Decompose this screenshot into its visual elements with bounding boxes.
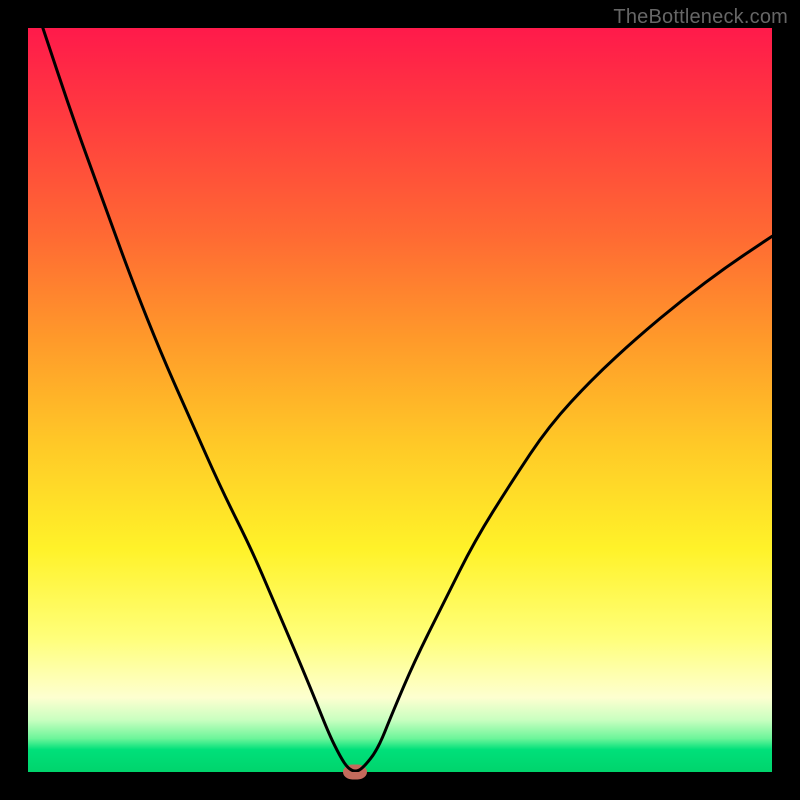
plot-frame	[28, 28, 772, 772]
bottleneck-curve	[43, 28, 772, 771]
curve-svg	[28, 28, 772, 772]
watermark-text: TheBottleneck.com	[613, 6, 788, 29]
